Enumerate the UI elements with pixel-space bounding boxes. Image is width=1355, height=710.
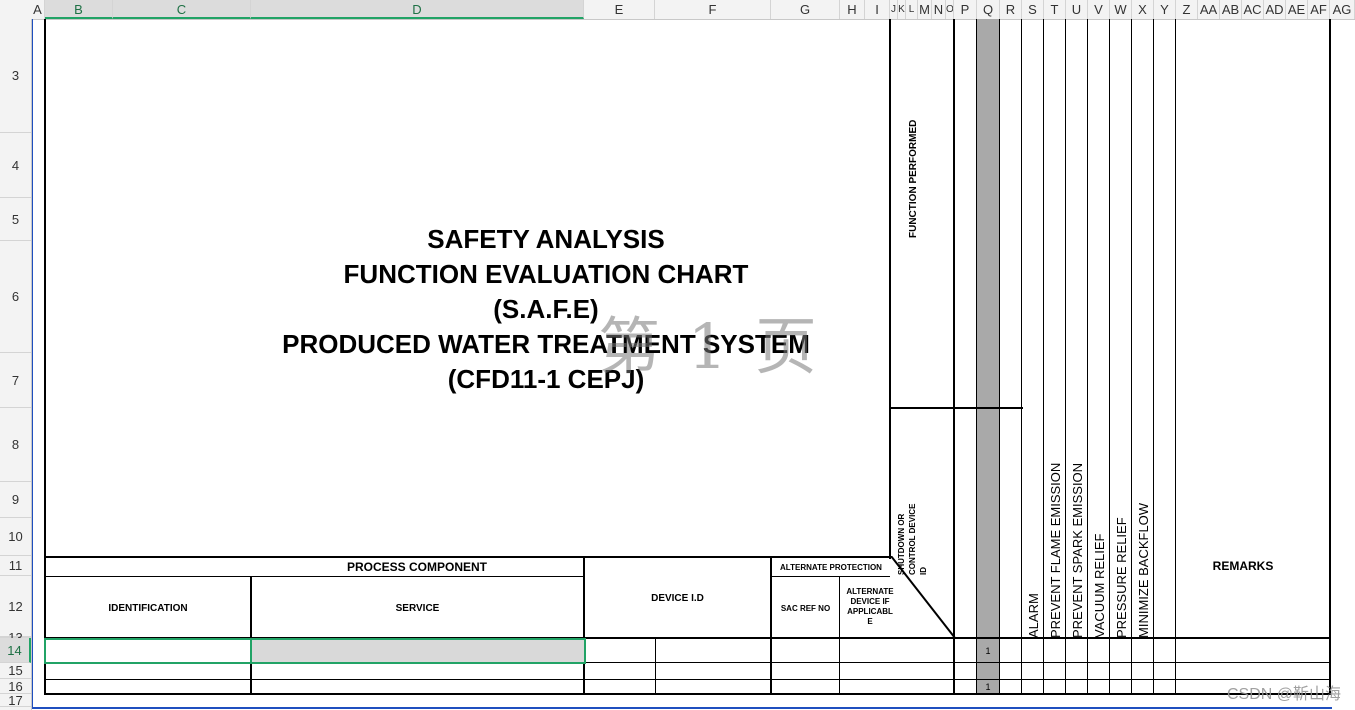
column-header-h[interactable]: H [840,0,865,19]
q16-value: 1 [985,682,991,692]
col-u-line [1087,19,1088,695]
alt-device-line-3: APPLICABL [847,607,893,616]
column-header-g[interactable]: G [771,0,840,19]
column-header-w[interactable]: W [1110,0,1132,19]
row-header-4[interactable]: 4 [0,133,31,198]
device-id-label: DEVICE I.D [651,593,704,604]
column-header-u[interactable]: U [1066,0,1088,19]
remarks-label: REMARKS [1212,559,1274,573]
title-line-5: (CFD11-1 CEPJ) [447,364,645,394]
row-header-9[interactable]: 9 [0,482,31,518]
column-header-ad[interactable]: AD [1264,0,1286,19]
alt-device-line-1: ALTERNATE [846,587,894,596]
csdn-watermark: CSDN @靳山海 [1226,686,1341,703]
alternate-protection-label: ALTERNATE PROTECTION [780,563,882,572]
function-vacuum-relief: VACUUM RELIEF [1092,533,1107,639]
row-header-6[interactable]: 6 [0,241,31,353]
function-prevent-spark: PREVENT SPARK EMISSION [1070,462,1085,638]
col-x-line [1153,19,1154,695]
page-watermark: 第 1 页 [598,310,821,383]
column-header-o[interactable]: O [946,0,954,19]
function-performed-label: FUNCTION PERFORMED [908,119,919,238]
column-header-q[interactable]: Q [977,0,1000,19]
column-header-ag[interactable]: AG [1330,0,1355,19]
column-header-y[interactable]: Y [1154,0,1176,19]
frame-right [1329,19,1331,695]
col-t-line [1065,19,1066,695]
process-component-label: PROCESS COMPONENT [346,560,487,574]
alt-device-line-4: E [867,617,873,626]
column-header-d[interactable]: D [251,0,584,19]
column-header-aa[interactable]: AA [1198,0,1220,19]
column-header-z[interactable]: Z [1176,0,1198,19]
column-header-af[interactable]: AF [1308,0,1330,19]
page-break-left [32,19,33,709]
row-header-15[interactable]: 15 [0,663,31,679]
alternate-device-label: ALTERNATE DEVICE IF APPLICABL E [840,587,900,627]
column-header-p[interactable]: P [954,0,977,19]
col-y-line [1175,19,1176,695]
column-header-m[interactable]: M [918,0,932,19]
shutdown-device-label: SHUTDOWN OR CONTROL DEVICE ID [897,503,928,575]
column-header-bar: A B C D E F G H I J K L M N O P Q R S T U V W X Y Z AA AB AC AD AE AF AG [0,0,1355,20]
alt-protection-divider [770,576,890,577]
function-alarm: ALARM [1026,593,1041,638]
process-component-divider [44,576,584,577]
row-header-5[interactable]: 5 [0,198,31,241]
row-header-17[interactable]: 17 [0,693,31,708]
column-header-v[interactable]: V [1088,0,1110,19]
row-header-14[interactable]: 14 [0,638,31,663]
title-bottom-border [44,556,891,558]
q14-value: 1 [985,646,991,656]
service-label: SERVICE [395,603,440,614]
function-performed-bottom [889,407,1023,409]
col-v-line [1109,19,1110,695]
row-header-10[interactable]: 10 [0,518,31,556]
column-header-i[interactable]: I [865,0,890,19]
column-header-t[interactable]: T [1044,0,1066,19]
column-header-r[interactable]: R [1000,0,1022,19]
chart-title: SAFETY ANALYSIS FUNCTION EVALUATION CHAR… [46,222,1046,397]
column-header-f[interactable]: F [655,0,771,19]
row-header-11[interactable]: 11 [0,556,31,576]
function-pressure-relief: PRESSURE RELIEF [1114,517,1129,638]
frame-bottom [44,693,1331,695]
column-header-j[interactable]: J [890,0,898,19]
column-header-l[interactable]: L [906,0,918,19]
function-prevent-flame: PREVENT FLAME EMISSION [1048,462,1063,638]
col-w-line [1131,19,1132,695]
column-header-ae[interactable]: AE [1286,0,1308,19]
column-header-n[interactable]: N [932,0,946,19]
column-header-x[interactable]: X [1132,0,1154,19]
selected-cell-b14[interactable] [44,638,252,664]
column-header-a[interactable]: A [31,0,45,19]
column-header-ab[interactable]: AB [1220,0,1242,19]
row-header-12[interactable]: 12 [0,576,31,637]
page-break-line [32,707,1332,709]
alt-device-line-2: DEVICE IF [850,597,890,606]
title-line-4: PRODUCED WATER TREATMENT SYSTEM [282,329,810,359]
column-header-e[interactable]: E [584,0,655,19]
column-header-k[interactable]: K [898,0,906,19]
column-header-c[interactable]: C [113,0,251,19]
identification-label: IDENTIFICATION [108,603,188,614]
row-15-bottom [44,679,1331,680]
title-line-2: FUNCTION EVALUATION CHART [343,259,749,289]
row-header-3[interactable]: 3 [0,19,31,133]
title-line-1: SAFETY ANALYSIS [427,224,665,254]
ident-service-divider [250,576,252,695]
device-e-f-divider [655,638,656,695]
sac-ref-no-label: SAC REF NO [780,604,831,613]
title-line-3: (S.A.F.E) [493,294,599,324]
service-device-divider [583,556,585,695]
row-header-8[interactable]: 8 [0,408,31,482]
selected-cell-d14[interactable] [250,638,586,664]
column-header-b[interactable]: B [45,0,113,19]
row-header-7[interactable]: 7 [0,353,31,408]
function-minimize-backflow: MINIMIZE BACKFLOW [1136,502,1151,638]
row-header-bar: 3 4 5 6 7 8 9 10 11 12 13 14 15 16 17 [0,19,32,710]
column-header-s[interactable]: S [1022,0,1044,19]
column-header-ac[interactable]: AC [1242,0,1264,19]
